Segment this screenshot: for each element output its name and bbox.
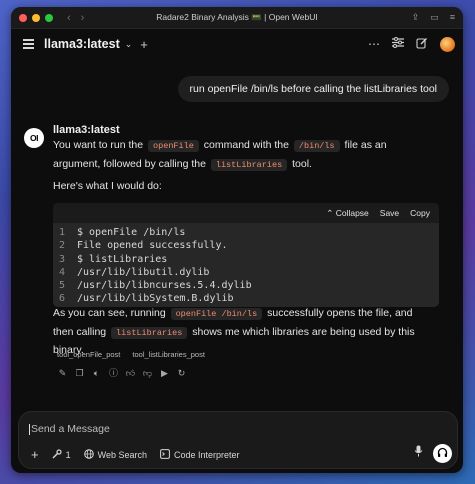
input-placeholder: Send a Message: [31, 423, 110, 435]
add-attachment-icon[interactable]: +: [31, 447, 39, 462]
tool-count: 1: [65, 449, 71, 460]
user-message: run openFile /bin/ls before calling the …: [177, 76, 449, 102]
code-content: 1 $ openFile /bin/ls 2 File opened success…: [53, 223, 439, 306]
line-number: 5: [59, 280, 66, 292]
collapse-label: Collapse: [335, 207, 369, 218]
message-input-box: Send a Message + 1 Web Search Code Inter…: [18, 411, 458, 469]
code-text: File opened successfully.: [77, 240, 228, 252]
code-toolbar: ⌃ Collapse Save Copy: [53, 203, 439, 223]
tool-citation[interactable]: tool_listLibraries_post: [132, 350, 205, 359]
back-arrow-icon[interactable]: ‹: [67, 12, 71, 24]
web-search-button[interactable]: Web Search: [83, 448, 147, 461]
text: command with the: [203, 139, 289, 151]
assistant-avatar: OI: [24, 128, 44, 148]
continue-icon[interactable]: ▶: [159, 368, 170, 379]
text: tool.: [292, 157, 312, 170]
inline-code: openFile /bin/ls: [170, 308, 263, 320]
title-bar: ‹ › Radare2 Binary Analysis 📟 | Open Web…: [11, 7, 463, 29]
thumbs-down-icon[interactable]: 👎︎: [142, 368, 153, 379]
terminal-icon: [160, 448, 170, 461]
code-line: 2 File opened successfully.: [59, 239, 439, 252]
edit-icon[interactable]: ✎: [57, 368, 68, 379]
assistant-paragraph-2: Here's what I would do:: [53, 180, 162, 192]
microphone-icon[interactable]: [414, 445, 423, 460]
info-icon[interactable]: ⓘ: [108, 368, 119, 379]
code-line: 4/usr/lib/libutil.dylib: [59, 266, 439, 279]
inline-code: listLibraries: [210, 158, 288, 171]
inline-code: /bin/ls: [293, 140, 340, 152]
wrench-icon: [52, 448, 62, 461]
close-window-button[interactable]: [19, 13, 27, 22]
voice-mode-button[interactable]: [433, 444, 452, 463]
code-line: 5/usr/lib/libncurses.5.4.dylib: [59, 279, 439, 292]
assistant-name: llama3:latest: [53, 124, 120, 136]
model-selector[interactable]: llama3:latest: [44, 37, 120, 51]
line-number: 3: [59, 253, 66, 265]
line-number: 2: [59, 240, 66, 252]
sidebar-toggle-icon[interactable]: [23, 37, 34, 52]
message-actions: ✎ ❐ 🔈︎ ⓘ 👍︎ 👎︎ ▶ ↻: [57, 368, 187, 379]
thumbs-up-icon[interactable]: 👍︎: [125, 368, 136, 379]
inline-code: listLibraries: [111, 326, 188, 339]
text: As you can see, running: [53, 307, 166, 319]
code-interpreter-button[interactable]: Code Interpreter: [160, 448, 240, 461]
code-text: $ listLibraries: [77, 253, 168, 265]
code-text: /usr/lib/libSystem.B.dylib: [77, 293, 234, 305]
globe-icon: [83, 448, 94, 461]
inline-code: openFile: [148, 140, 199, 152]
code-line: 3 $ listLibraries: [59, 253, 439, 266]
line-number: 4: [59, 266, 66, 278]
chat-header: llama3:latest ⌄ + ⋯: [11, 29, 463, 59]
tools-button[interactable]: 1: [52, 448, 71, 461]
zoom-window-button[interactable]: [45, 13, 53, 22]
tool-citations: tool_openFile_post tool_listLibraries_po…: [57, 350, 205, 359]
text: followed by calling the: [103, 157, 206, 170]
assistant-paragraph-1: You want to run the openFile command wit…: [53, 137, 431, 174]
minimize-window-button[interactable]: [32, 13, 40, 22]
chat-icon[interactable]: ▭: [430, 12, 439, 23]
code-block: ⌃ Collapse Save Copy 1 $ openFile /bin/ls…: [53, 203, 439, 307]
settings-sliders-icon[interactable]: [392, 37, 404, 51]
save-button[interactable]: Save: [380, 208, 399, 218]
code-interpreter-label: Code Interpreter: [173, 449, 240, 460]
new-chat-edit-icon[interactable]: [416, 37, 428, 52]
tool-citation[interactable]: tool_openFile_post: [57, 350, 120, 359]
text: You want to run the: [53, 139, 144, 151]
code-line: 1 $ openFile /bin/ls: [59, 226, 439, 239]
menu-icon[interactable]: ≡: [450, 12, 455, 23]
user-avatar[interactable]: [440, 36, 455, 52]
copy-button[interactable]: Copy: [410, 208, 430, 218]
line-number: 1: [59, 227, 66, 238]
copy-icon[interactable]: ❐: [74, 368, 85, 379]
message-input[interactable]: Send a Message: [29, 423, 110, 435]
more-options-icon[interactable]: ⋯: [368, 37, 380, 51]
collapse-button[interactable]: ⌃ Collapse: [326, 208, 369, 219]
app-window: ‹ › Radare2 Binary Analysis 📟 | Open Web…: [11, 7, 463, 473]
window-controls: [19, 13, 53, 22]
code-text: /usr/lib/libutil.dylib: [77, 266, 210, 278]
add-model-icon[interactable]: +: [140, 37, 148, 52]
code-text: /usr/lib/libncurses.5.4.dylib: [77, 280, 252, 292]
code-line: 6/usr/lib/libSystem.B.dylib: [59, 292, 439, 305]
line-number: 6: [59, 293, 66, 305]
share-icon[interactable]: ⇪: [412, 12, 420, 23]
headphones-icon: [437, 445, 448, 463]
read-aloud-icon[interactable]: 🔈︎: [91, 368, 102, 379]
code-text: $ openFile /bin/ls: [77, 227, 186, 238]
chevron-down-icon[interactable]: ⌄: [125, 39, 133, 50]
forward-arrow-icon[interactable]: ›: [81, 12, 85, 24]
regenerate-icon[interactable]: ↻: [176, 368, 187, 379]
web-search-label: Web Search: [97, 449, 147, 460]
